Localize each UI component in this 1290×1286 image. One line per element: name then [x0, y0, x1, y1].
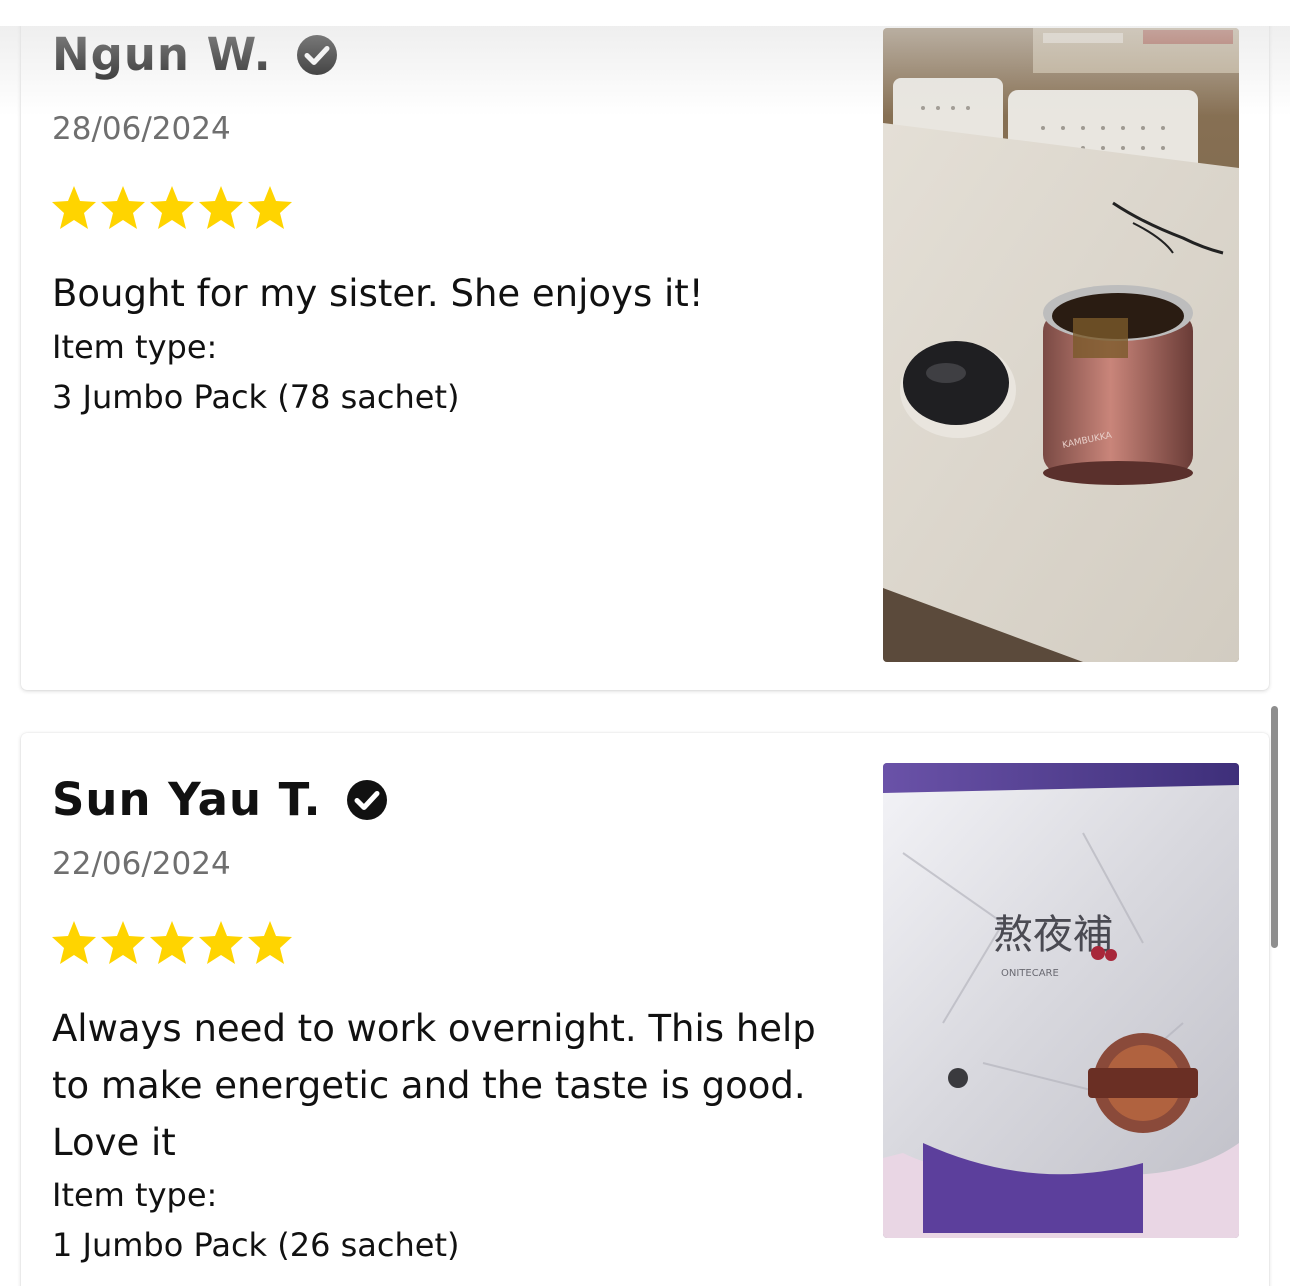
- item-type-label: Item type:: [52, 328, 218, 366]
- bag-brand-text: ONITECARE: [1001, 968, 1059, 979]
- scrollbar[interactable]: [1271, 706, 1278, 948]
- verified-check-icon: [296, 34, 337, 75]
- star-icon: [150, 186, 194, 229]
- reviewer-name-row: Ngun W.: [52, 28, 338, 81]
- star-icon: [101, 186, 145, 229]
- review-card: Sun Yau T. 22/06/2024 Always need to wor…: [21, 733, 1269, 1286]
- reviewer-name: Ngun W.: [52, 28, 272, 81]
- reviewer-name: Sun Yau T.: [52, 773, 322, 826]
- star-rating: [50, 184, 294, 230]
- review-photo[interactable]: KAMBUKKA: [883, 28, 1239, 662]
- star-icon: [199, 921, 243, 964]
- review-text: Always need to work overnight. This help…: [52, 1007, 816, 1164]
- item-type-value: 1 Jumbo Pack (26 sachet): [52, 1226, 460, 1264]
- review-date: 22/06/2024: [52, 846, 231, 882]
- item-type-value: 3 Jumbo Pack (78 sachet): [52, 378, 460, 416]
- photo-product-bag: 熬夜補 ONITECARE: [883, 763, 1239, 1238]
- reviewer-name-row: Sun Yau T.: [52, 773, 388, 826]
- reviews-page: Ngun W. 28/06/2024 Bought for my sister.…: [0, 0, 1290, 1286]
- star-icon: [52, 186, 96, 229]
- photo-food-jar: KAMBUKKA: [883, 28, 1239, 662]
- item-type-label: Item type:: [52, 1176, 218, 1214]
- verified-check-icon: [346, 779, 387, 820]
- star-icon: [52, 921, 96, 964]
- review-text: Bought for my sister. She enjoys it!: [52, 272, 704, 315]
- review-card: Ngun W. 28/06/2024 Bought for my sister.…: [21, 0, 1269, 690]
- star-rating: [50, 919, 294, 965]
- star-icon: [199, 186, 243, 229]
- star-icon: [150, 921, 194, 964]
- star-icon: [248, 921, 292, 964]
- star-icon: [248, 186, 292, 229]
- review-date: 28/06/2024: [52, 111, 231, 147]
- top-bar: [0, 0, 1290, 26]
- review-photo[interactable]: 熬夜補 ONITECARE: [883, 763, 1239, 1238]
- star-icon: [101, 921, 145, 964]
